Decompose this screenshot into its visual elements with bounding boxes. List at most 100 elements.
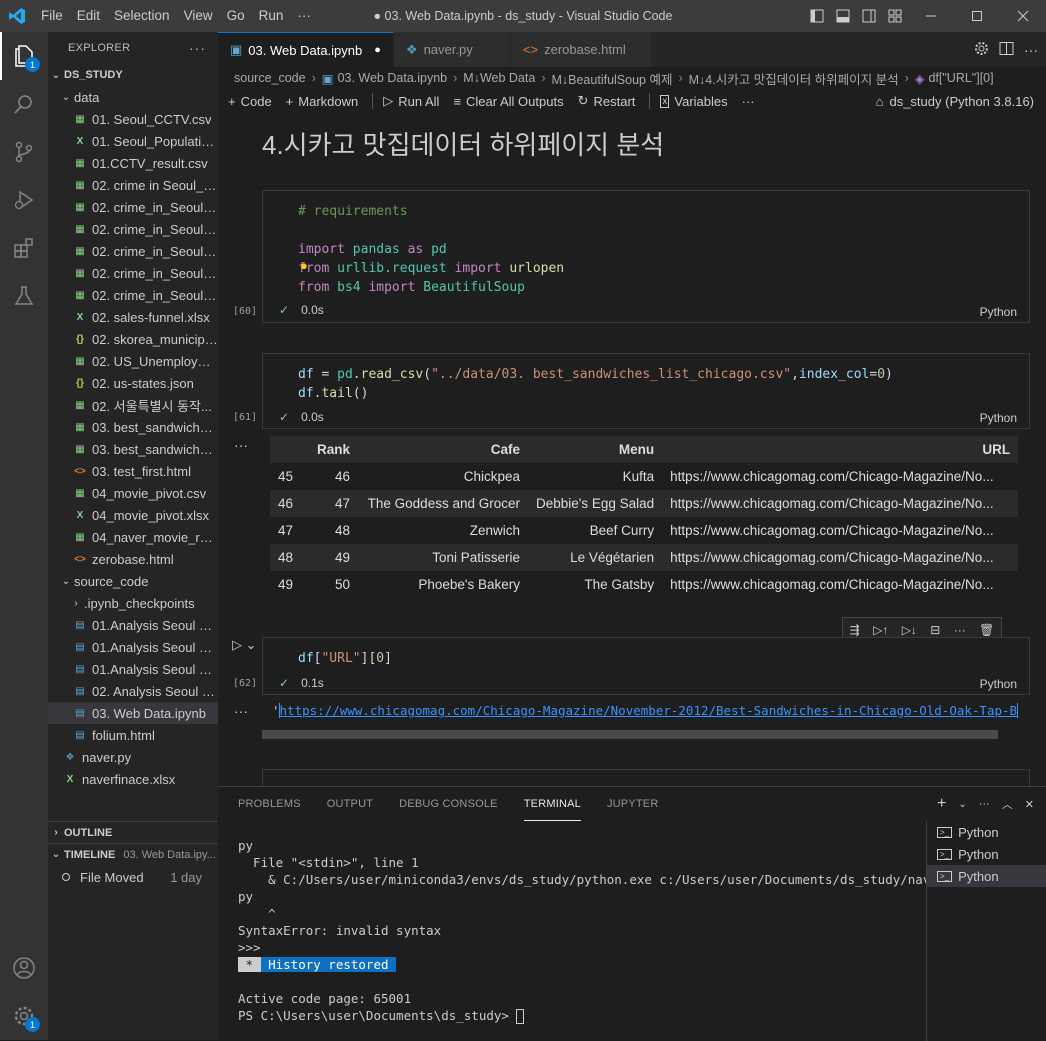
file-item[interactable]: <> zerobase.html [48,548,218,570]
menu-more[interactable]: ··· [290,0,318,32]
file-item[interactable]: ▦ 02. US_Unemploym... [48,350,218,372]
execute-below-icon[interactable]: ▷↓ [902,623,917,637]
horizontal-scrollbar[interactable] [262,730,998,739]
toggle-sidebar-icon[interactable] [804,0,830,32]
add-markdown-button[interactable]: + Markdown [286,94,359,109]
file-item[interactable]: ▦ 02. crime_in_Seoul_l... [48,240,218,262]
explorer-icon[interactable]: 1 [0,32,48,80]
toggle-secondary-sidebar-icon[interactable] [856,0,882,32]
folder-data[interactable]: ⌄ data [48,86,218,108]
testing-flask-icon[interactable] [0,272,48,320]
source-control-icon[interactable] [0,128,48,176]
tab-web-data-ipynb[interactable]: ▣ 03. Web Data.ipynb ● [218,32,394,67]
code-editor[interactable]: df["URL"][0] [263,649,1029,668]
file-item[interactable]: ▦ 01.CCTV_result.csv [48,152,218,174]
file-item[interactable]: ▤ 02. Analysis Seoul Cr... [48,680,218,702]
unsaved-dot-icon[interactable]: ● [374,44,381,56]
gear-icon[interactable] [974,41,989,59]
file-item[interactable]: ▦ 01. Seoul_CCTV.csv [48,108,218,130]
file-item[interactable]: ▦ 02. crime_in_Seoul_1... [48,196,218,218]
code-cell-61[interactable]: df = pd.read_csv("../data/03. best_sandw… [233,353,1030,429]
code-cell-60[interactable]: # requirements import pandas as pd from … [233,190,1030,323]
split-editor-icon[interactable] [999,41,1014,59]
close-window-icon[interactable] [1000,0,1046,32]
tab-terminal[interactable]: TERMINAL [523,787,581,821]
code-editor[interactable]: # requirements import pandas as pd from … [263,202,1029,297]
file-item[interactable]: {} 02. us-states.json [48,372,218,394]
cell-more-icon[interactable]: ··· [954,623,966,637]
file-item[interactable]: ▦ 02. crime_in_Seoul.csv [48,284,218,306]
crumb-beautifulsoup[interactable]: M↓BeautifulSoup 예제 [551,69,672,88]
file-item[interactable]: ▤ folium.html [48,724,218,746]
toggle-panel-icon[interactable] [830,0,856,32]
execute-above-icon[interactable]: ▷↑ [873,623,888,637]
more-actions-icon[interactable]: ··· [979,798,990,810]
maximize-panel-icon[interactable]: ︿ [1002,796,1013,812]
file-item[interactable]: ▦ 03. best_sandwiches... [48,416,218,438]
output-link[interactable]: https://www.chicagomag.com/Chicago-Magaz… [278,703,1019,718]
maximize-icon[interactable] [954,0,1000,32]
file-item[interactable]: ▤ 01.Analysis Seoul CC... [48,658,218,680]
code-editor[interactable]: df = pd.read_csv("../data/03. best_sandw… [263,365,1029,403]
run-all-button[interactable]: ▷ Run All [383,93,439,109]
outline-section[interactable]: › OUTLINE [48,821,218,843]
menu-go[interactable]: Go [220,0,252,32]
workspace-root[interactable]: ⌄ DS_STUDY [48,64,218,86]
menu-edit[interactable]: Edit [70,0,107,32]
chevron-down-icon[interactable]: ⌄ [958,799,966,810]
add-code-button[interactable]: + Code [228,94,272,109]
tab-debug-console[interactable]: DEBUG CONSOLE [399,787,498,821]
menu-file[interactable]: File [34,0,70,32]
new-terminal-icon[interactable]: + [937,795,946,813]
file-item[interactable]: ▦ 02. crime_in_Seoul_fi... [48,218,218,240]
close-panel-icon[interactable]: ✕ [1025,798,1034,811]
cell-language[interactable]: Python [980,305,1017,319]
delete-cell-icon[interactable]: 🗑 [979,623,994,637]
file-item[interactable]: ▦ 04_movie_pivot.csv [48,482,218,504]
timeline-entry[interactable]: File Moved 1 day [48,866,218,888]
file-item[interactable]: X 04_movie_pivot.xlsx [48,504,218,526]
file-item[interactable]: ▤ 01.Analysis Seoul CC... [48,614,218,636]
run-by-line-icon[interactable]: ⇶ [850,623,860,637]
terminal-item-active[interactable]: >_ Python [927,865,1046,887]
toolbar-more-button[interactable]: ··· [742,94,755,109]
crumb-web-data[interactable]: M↓Web Data [463,71,535,85]
folder-ipynb-checkpoints[interactable]: › .ipynb_checkpoints [48,592,218,614]
timeline-section[interactable]: ⌄ TIMELINE 03. Web Data.ipy... [48,843,218,865]
crumb-cell[interactable]: df["URL"][0] [928,71,993,85]
output-more-icon[interactable]: ··· [234,703,248,719]
crumb-source-code[interactable]: source_code [234,71,306,85]
search-icon[interactable] [0,80,48,128]
crumb-chicago[interactable]: M↓4.시카고 맛집데이터 하위페이지 분석 [689,69,899,88]
menu-run[interactable]: Run [252,0,291,32]
split-cell-icon[interactable]: ⊟ [930,623,940,637]
terminal-output[interactable]: py File "<stdin>", line 1 & C:/Users/use… [238,837,953,1024]
more-actions-icon[interactable]: ··· [1024,42,1038,58]
cell-language[interactable]: Python [980,411,1017,425]
file-item[interactable]: {} 02. skorea_municipa... [48,328,218,350]
explorer-more-icon[interactable]: ··· [189,40,206,56]
lightbulb-icon[interactable]: ● [300,258,308,273]
minimize-icon[interactable] [908,0,954,32]
tab-jupyter[interactable]: JUPYTER [607,787,659,821]
folder-source-code[interactable]: ⌄ source_code [48,570,218,592]
cell-language[interactable]: Python [980,677,1017,691]
file-item[interactable]: ▦ 02. crime_in_Seoul_r... [48,262,218,284]
run-cell-icon[interactable]: ▷ ⌄ [232,637,257,653]
file-item[interactable]: ▦ 02. 서울특별시 동작... [48,394,218,416]
file-item[interactable]: <> 03. test_first.html [48,460,218,482]
file-item[interactable]: ▤ 01.Analysis Seoul CC... [48,636,218,658]
next-cell[interactable] [262,769,1030,786]
tab-output[interactable]: OUTPUT [327,787,373,821]
run-debug-icon[interactable] [0,176,48,224]
kernel-picker[interactable]: ⌂ ds_study (Python 3.8.16) [876,89,1034,113]
menu-view[interactable]: View [177,0,220,32]
crumb-file[interactable]: 03. Web Data.ipynb [338,71,448,85]
file-item[interactable]: X 02. sales-funnel.xlsx [48,306,218,328]
variables-button[interactable]: x Variables [660,94,728,109]
customize-layout-icon[interactable] [882,0,908,32]
file-item[interactable]: ▤ 03. Web Data.ipynb [48,702,218,724]
terminal-item[interactable]: >_ Python [927,821,1046,843]
account-icon[interactable] [0,944,48,992]
terminal-item[interactable]: >_ Python [927,843,1046,865]
